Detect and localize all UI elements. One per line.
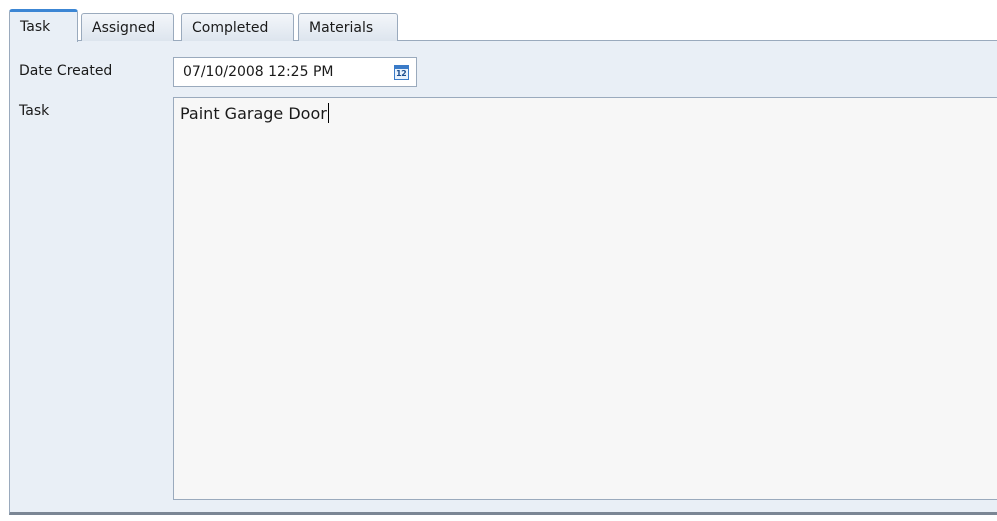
tab-assigned[interactable]: Assigned: [81, 13, 174, 41]
task-tab-panel: Date Created 07/10/2008 12:25 PM 12 Task…: [9, 41, 997, 515]
tab-materials[interactable]: Materials: [298, 13, 398, 41]
calendar-icon[interactable]: 12: [394, 65, 409, 80]
task-text: Paint Garage Door: [180, 104, 327, 123]
tab-completed[interactable]: Completed: [181, 13, 294, 41]
date-created-field[interactable]: 07/10/2008 12:25 PM 12: [173, 57, 417, 87]
text-caret: [327, 103, 329, 123]
tab-completed-label: Completed: [192, 20, 269, 36]
tab-materials-label: Materials: [309, 20, 374, 36]
task-editor-window: Materials Completed Assigned Task Date C…: [0, 0, 997, 521]
task-textarea[interactable]: Paint Garage Door: [173, 97, 997, 500]
date-created-value: 07/10/2008 12:25 PM: [183, 64, 334, 80]
tab-strip: Materials Completed Assigned Task: [9, 9, 997, 42]
tab-assigned-label: Assigned: [92, 20, 156, 36]
calendar-icon-day: 12: [396, 69, 407, 78]
tab-task-label: Task: [20, 19, 51, 35]
task-label: Task: [19, 103, 50, 119]
tab-task[interactable]: Task: [9, 9, 78, 42]
date-created-label: Date Created: [19, 63, 113, 79]
